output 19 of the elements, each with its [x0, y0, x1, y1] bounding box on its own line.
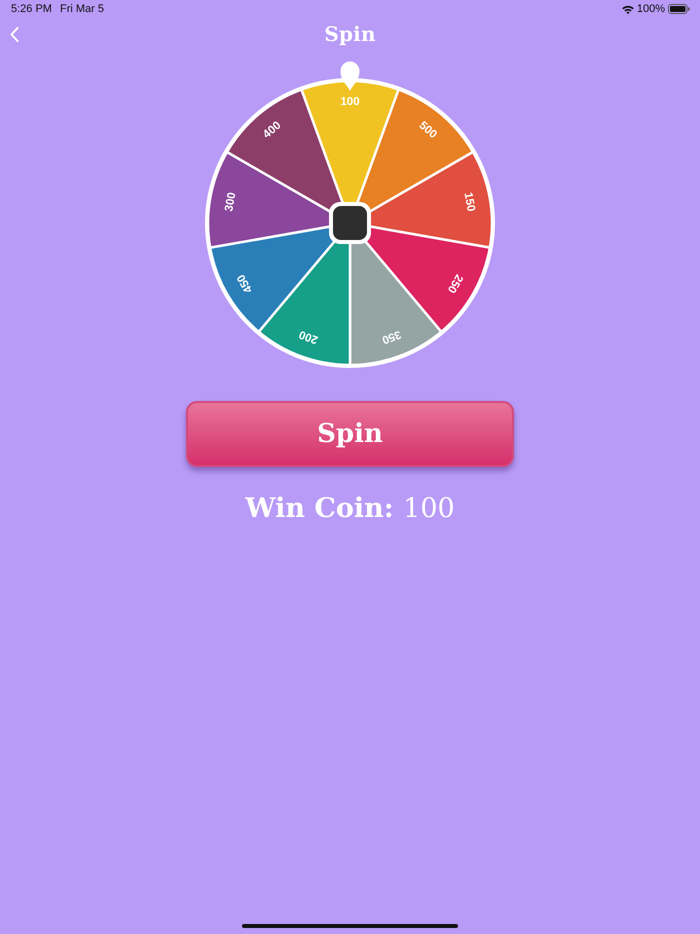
wifi-icon [622, 4, 634, 14]
battery-icon [668, 4, 690, 14]
chevron-left-icon [10, 26, 18, 42]
segment-label: 300 [223, 192, 238, 212]
status-time: 5:26 PM [11, 3, 52, 15]
segment-label: 450 [235, 272, 256, 295]
segment-label: 100 [340, 96, 360, 108]
battery-percent: 100% [636, 3, 665, 15]
segment-label: 200 [298, 328, 320, 346]
screen-title: Spin [324, 22, 376, 46]
status-date: Fri Mar 5 [60, 3, 104, 15]
segment-label: 250 [444, 272, 465, 295]
win-coin-text: Win Coin: 100 [245, 493, 455, 524]
segment-label: 400 [261, 120, 284, 142]
segment-label: 500 [416, 120, 439, 142]
segment-label: 150 [462, 192, 477, 212]
segment-label: 350 [380, 328, 402, 346]
spin-button[interactable]: Spin [186, 401, 514, 467]
hub-icon [329, 202, 371, 244]
